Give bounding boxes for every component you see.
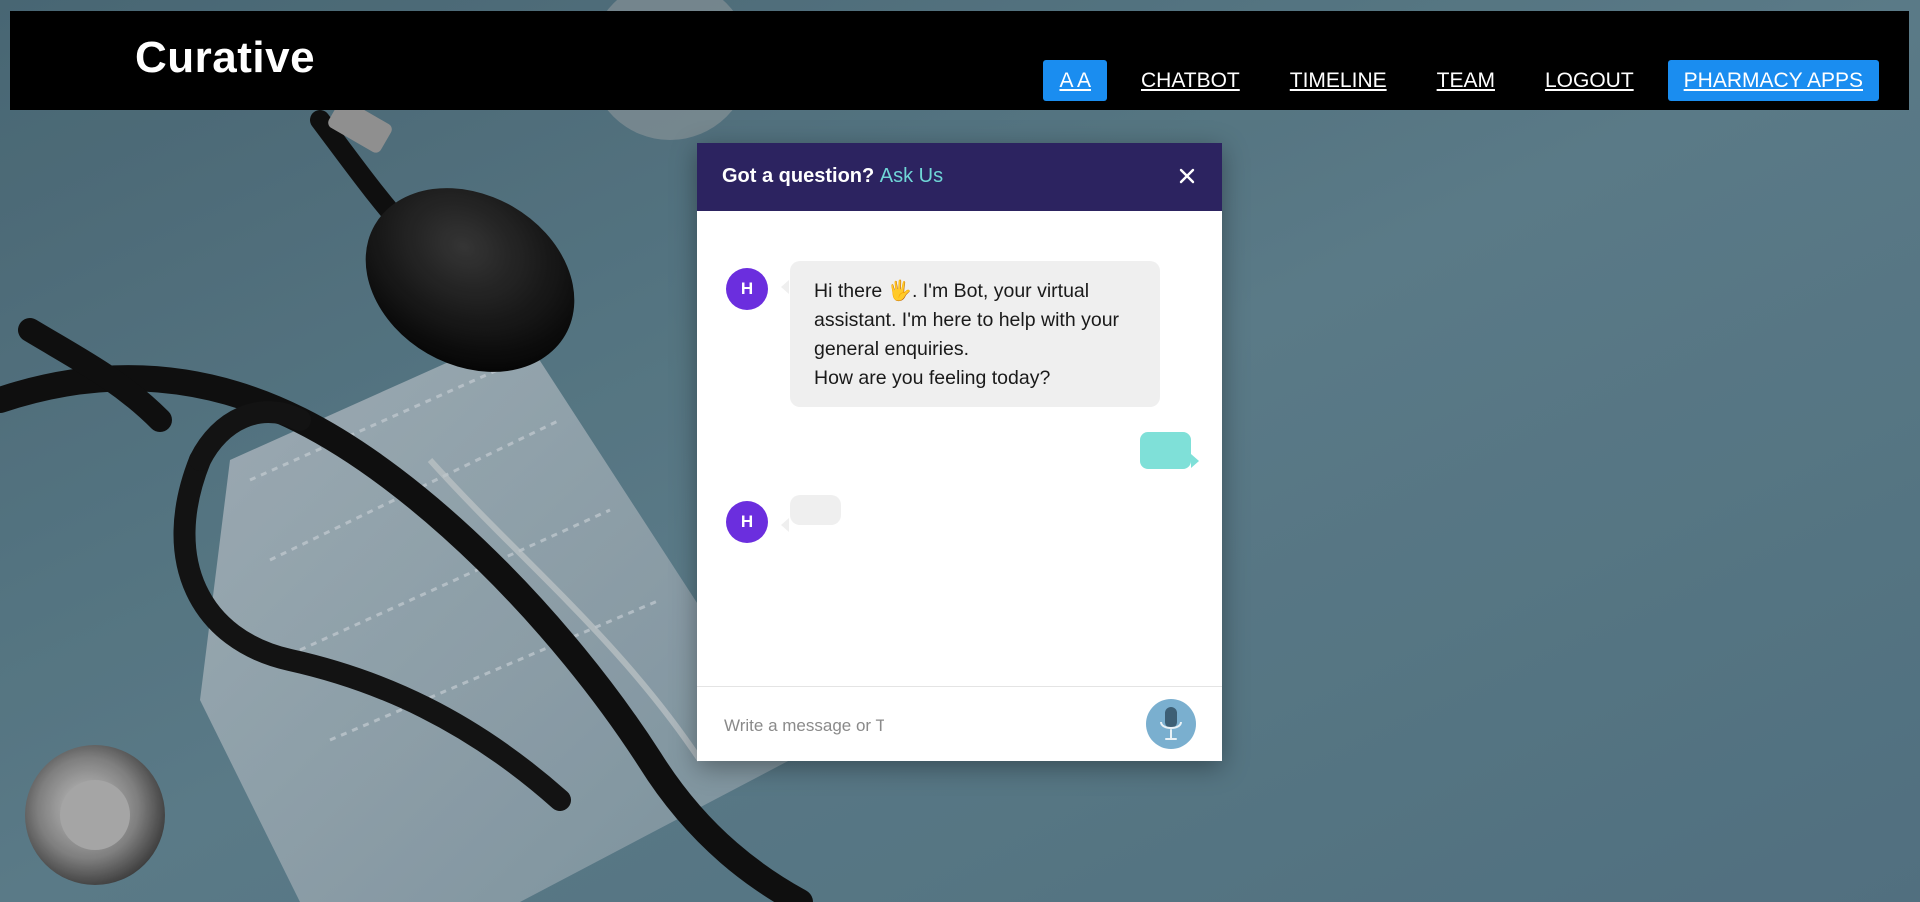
top-header: Curative A A CHATBOT TIMELINE TEAM LOGOU… [10,11,1909,110]
chat-widget: Got a question? Ask Us H Hi there 🖐. I'm… [697,143,1222,761]
microphone-button[interactable] [1146,699,1196,749]
bubble-tail [781,280,789,294]
chat-title: Got a question? Ask Us [722,165,943,188]
chat-title-prefix: Got a question? [722,165,875,187]
font-size-button[interactable]: A A [1043,60,1107,101]
bot-avatar: H [726,501,768,543]
close-icon[interactable] [1176,165,1198,187]
nav-chatbot-link[interactable]: CHATBOT [1125,60,1256,101]
user-message-bubble [1140,432,1191,469]
input-divider [697,686,1222,687]
nav-timeline-link[interactable]: TIMELINE [1274,60,1403,101]
bot-message-text: Hi there 🖐. I'm Bot, your virtual assist… [814,280,1120,360]
bot-typing-bubble [790,495,841,525]
nav-logout-link[interactable]: LOGOUT [1529,60,1650,101]
page: Curative A A CHATBOT TIMELINE TEAM LOGOU… [0,0,1920,902]
chat-header: Got a question? Ask Us [697,143,1222,211]
main-nav: A A CHATBOT TIMELINE TEAM LOGOUT PHARMAC… [1025,60,1879,101]
bot-message-question: How are you feeling today? [814,367,1051,389]
microphone-icon [1160,707,1182,740]
nav-team-link[interactable]: TEAM [1421,60,1511,101]
message-input[interactable] [724,711,884,741]
ask-us-label: Ask Us [879,165,944,187]
pharmacy-apps-button[interactable]: PHARMACY APPS [1667,60,1879,101]
bot-message-bubble: Hi there 🖐. I'm Bot, your virtual assist… [790,261,1160,407]
bot-avatar: H [726,268,768,310]
brand-logo[interactable]: Curative [135,33,315,83]
bubble-tail [781,518,789,532]
bubble-tail [1191,454,1199,468]
